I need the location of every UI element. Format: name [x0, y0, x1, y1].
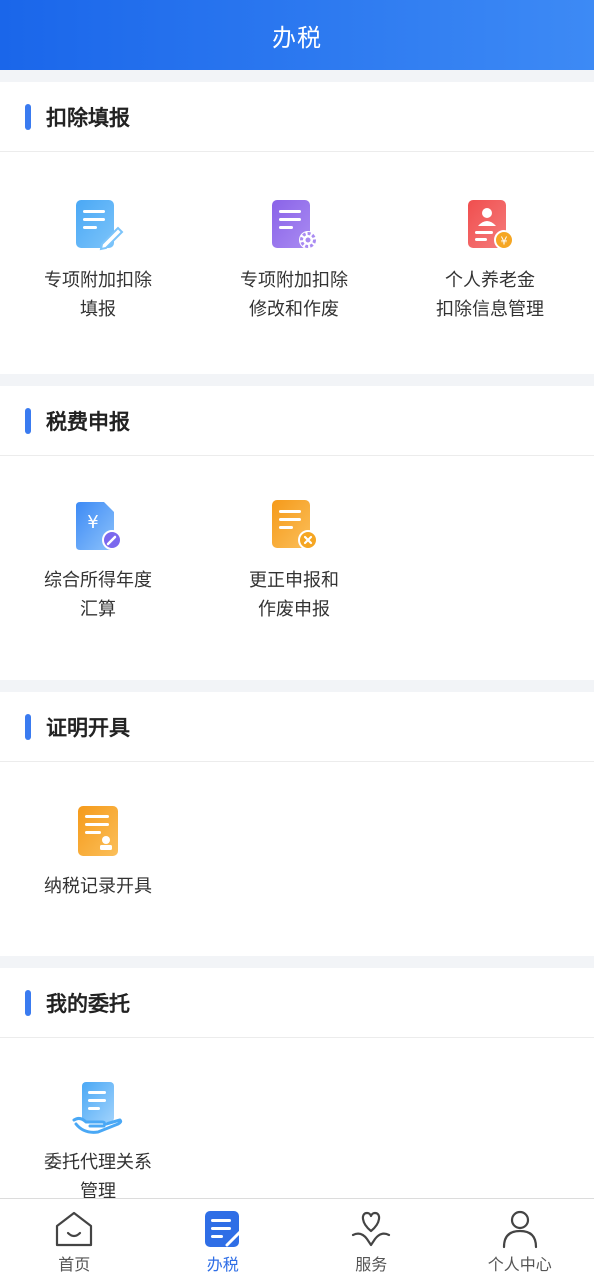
- tile-pension-deduction[interactable]: ¥ 个人养老金 扣除信息管理: [392, 198, 588, 374]
- tab-home[interactable]: 首页: [0, 1199, 149, 1280]
- section-gap: [0, 956, 594, 968]
- tab-service[interactable]: 服务: [297, 1199, 446, 1280]
- section-gap: [0, 680, 594, 692]
- svg-text:¥: ¥: [501, 235, 508, 248]
- tab-label: 服务: [355, 1255, 388, 1274]
- main-content[interactable]: 扣除填报 专项附加扣除 填报 专项附加扣除 修改和作废 ¥ 个人养老金 扣除信息…: [0, 70, 594, 1198]
- pension-icon: ¥: [468, 200, 514, 250]
- tile-label: 更正申报和 作废申报: [249, 570, 339, 620]
- tile-label: 综合所得年度 汇算: [44, 570, 152, 620]
- tab-label: 首页: [58, 1255, 91, 1274]
- section-header: 扣除填报: [0, 82, 594, 152]
- section-header: 我的委托: [0, 968, 594, 1038]
- home-icon: [56, 1211, 93, 1247]
- tab-label: 办税: [206, 1255, 239, 1274]
- doc-edit-icon: [76, 200, 124, 251]
- section-title: 证明开具: [46, 715, 130, 740]
- tile-label: 纳税记录开具: [44, 876, 152, 897]
- section-header: 税费申报: [0, 386, 594, 456]
- svg-text:¥: ¥: [87, 512, 98, 533]
- section-accent-bar: [25, 713, 31, 740]
- doc-cancel-icon: [272, 500, 318, 550]
- section-gap: [0, 374, 594, 386]
- section-title: 扣除填报: [46, 105, 130, 130]
- app-header: 办税: [0, 0, 594, 70]
- person-icon: [502, 1210, 537, 1249]
- tile-special-deduction-fill[interactable]: 专项附加扣除 填报: [0, 198, 196, 374]
- tile-grid: 委托代理关系 管理: [0, 1038, 594, 1198]
- tab-profile[interactable]: 个人中心: [446, 1199, 594, 1280]
- section-certificate: 证明开具 纳税记录开具: [0, 692, 594, 956]
- tile-special-deduction-modify[interactable]: 专项附加扣除 修改和作废: [196, 198, 392, 374]
- tile-grid: 纳税记录开具: [0, 762, 594, 956]
- tile-grid: 专项附加扣除 填报 专项附加扣除 修改和作废 ¥ 个人养老金 扣除信息管理: [0, 152, 594, 374]
- section-gap: [0, 70, 594, 82]
- section-deduction: 扣除填报 专项附加扣除 填报 专项附加扣除 修改和作废 ¥ 个人养老金 扣除信息…: [0, 82, 594, 374]
- tile-annual-settlement[interactable]: ¥ 综合所得年度 汇算: [0, 498, 196, 680]
- tile-correction-filing[interactable]: 更正申报和 作废申报: [196, 498, 392, 680]
- tile-delegation-manage[interactable]: 委托代理关系 管理: [0, 1080, 196, 1198]
- section-title: 税费申报: [46, 409, 130, 434]
- service-icon: [352, 1211, 391, 1247]
- doc-settings-icon: [272, 200, 317, 249]
- section-delegation: 我的委托 委托代理关系 管理: [0, 968, 594, 1198]
- tile-label: 专项附加扣除 修改和作废: [240, 270, 348, 320]
- section-header: 证明开具: [0, 692, 594, 762]
- tab-label: 个人中心: [487, 1255, 552, 1274]
- section-accent-bar: [25, 103, 31, 130]
- section-accent-bar: [25, 407, 31, 434]
- tile-label: 委托代理关系 管理: [44, 1152, 152, 1198]
- tile-label: 个人养老金 扣除信息管理: [436, 270, 544, 320]
- section-title: 我的委托: [46, 991, 130, 1016]
- tax-record-icon: [78, 806, 118, 856]
- bottom-tab-bar: 首页 办税 服务 个人中心: [0, 1198, 594, 1280]
- delegation-icon: [72, 1082, 123, 1134]
- tile-grid: ¥ 综合所得年度 汇算 更正申报和 作废申报: [0, 456, 594, 680]
- section-accent-bar: [25, 989, 31, 1016]
- tile-label: 专项附加扣除 填报: [44, 270, 152, 320]
- page-title: 办税: [272, 23, 322, 52]
- tile-tax-record[interactable]: 纳税记录开具: [0, 804, 196, 956]
- section-tax-filing: 税费申报 ¥ 综合所得年度 汇算 更正申报和 作废申报: [0, 386, 594, 680]
- tab-tax[interactable]: 办税: [149, 1199, 298, 1280]
- tax-icon: [204, 1211, 243, 1247]
- yuan-doc-icon: ¥: [76, 502, 122, 550]
